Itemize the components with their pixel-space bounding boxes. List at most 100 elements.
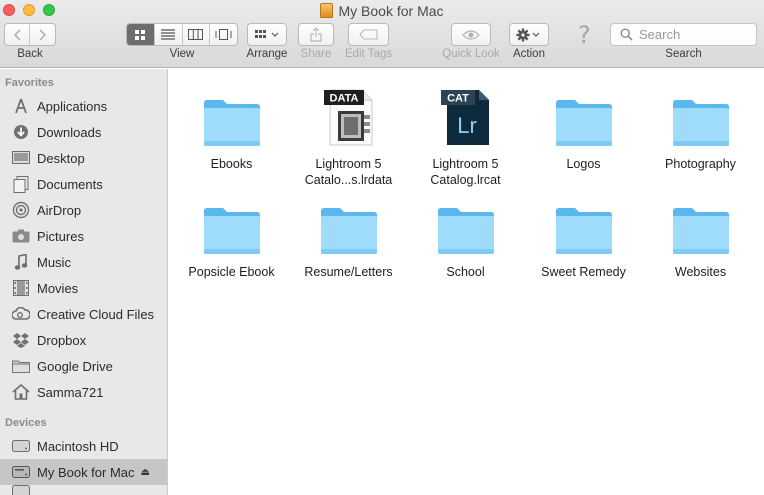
list-view-button[interactable]: [155, 24, 183, 45]
search-label: Search: [665, 48, 702, 60]
search-field[interactable]: [610, 23, 757, 46]
share-icon: [310, 27, 322, 42]
file-name: Websites: [674, 265, 727, 279]
devices-header: Devices: [5, 417, 47, 429]
column-view-button[interactable]: [183, 24, 211, 45]
eye-icon: [462, 29, 480, 40]
movies-icon: [11, 279, 31, 297]
sidebar-item-label: Applications: [37, 98, 108, 114]
file-item-lightroom-lrdata[interactable]: DATA Lightroom 5 Catalo...s.lrdata: [290, 83, 407, 188]
sidebar-item-label: Dropbox: [37, 332, 87, 348]
file-name: Logos: [566, 157, 601, 171]
chevron-right-icon: [38, 28, 46, 41]
sidebar-item-label: AirDrop: [37, 202, 82, 218]
sidebar-item-pictures[interactable]: Pictures: [0, 223, 167, 249]
music-icon: [11, 253, 31, 271]
external-drive-icon: [320, 3, 334, 18]
sidebar-item-label: My Book for Mac: [37, 464, 135, 480]
action-label: Action: [513, 48, 545, 60]
view-label: View: [169, 48, 195, 60]
sidebar-item-creative-cloud-files[interactable]: Creative Cloud Files: [0, 301, 167, 327]
eject-icon[interactable]: ⏏: [141, 467, 150, 478]
file-name: Lightroom 5 Catalo...s.lrdata: [304, 157, 393, 187]
icon-view-icon: [135, 29, 146, 40]
file-name: Lightroom 5 Catalog.lrcat: [430, 157, 501, 187]
sidebar-item-label: Documents: [37, 176, 103, 192]
file-name: Photography: [665, 157, 736, 171]
sidebar-item-label: Creative Cloud Files: [37, 306, 155, 322]
external-drive-icon: [11, 463, 31, 481]
documents-icon: [11, 175, 31, 193]
favorites-header: Favorites: [5, 77, 54, 89]
external-drive-icon: [11, 485, 31, 495]
arrange-grid-icon: [255, 29, 279, 38]
share-button[interactable]: [298, 23, 334, 46]
folder-icon: [11, 357, 31, 375]
file-name: Sweet Remedy: [541, 265, 626, 279]
toolbar: My Book for Mac Back View Arrange Share …: [0, 0, 764, 68]
file-item-ebooks[interactable]: Ebooks: [173, 83, 290, 172]
action-button[interactable]: [509, 23, 549, 46]
file-item-resume-letters[interactable]: Resume/Letters: [290, 191, 407, 280]
lightroom-logo: Lr: [457, 113, 477, 138]
back-forward-control: [4, 23, 56, 46]
folder-icon: [203, 100, 260, 146]
sidebar-item-label: Movies: [37, 280, 79, 296]
hard-drive-icon: [11, 437, 31, 455]
file-name: School: [446, 265, 485, 279]
desktop-icon: [11, 149, 31, 167]
list-view-icon: [161, 29, 176, 40]
lightroom-data-file-icon: DATA: [323, 89, 372, 146]
sidebar-item-documents[interactable]: Documents: [0, 171, 167, 197]
quick-look-label: Quick Look: [442, 48, 500, 60]
sidebar-item-label: Macintosh HD: [37, 438, 119, 454]
file-item-popsicle-ebook[interactable]: Popsicle Ebook: [173, 191, 290, 280]
sidebar-item-label: Desktop: [37, 150, 85, 166]
applications-icon: [11, 97, 31, 115]
file-item-websites[interactable]: Websites: [642, 191, 759, 280]
sidebar-item-home[interactable]: Samma721: [0, 379, 167, 405]
window-title: My Book for Mac: [0, 1, 764, 21]
sidebar-item-macintosh-hd[interactable]: Macintosh HD: [0, 433, 167, 459]
help-icon[interactable]: ?: [578, 21, 591, 49]
sidebar-item-cut-off: [0, 485, 167, 495]
file-browser: Ebooks DATA Lightroom 5 Catalo...s.lrdat…: [169, 69, 764, 495]
sidebar-item-desktop[interactable]: Desktop: [0, 145, 167, 171]
folder-icon: [320, 208, 377, 254]
file-item-photography[interactable]: Photography: [642, 83, 759, 172]
icon-view-button[interactable]: [127, 24, 155, 45]
sidebar-item-airdrop[interactable]: AirDrop: [0, 197, 167, 223]
arrange-button[interactable]: [247, 23, 287, 46]
forward-button[interactable]: [30, 24, 55, 45]
sidebar-item-music[interactable]: Music: [0, 249, 167, 275]
file-badge: CAT: [447, 93, 469, 105]
search-input[interactable]: [639, 27, 749, 42]
lightroom-catalog-file-icon: CAT Lr: [440, 90, 489, 145]
gear-icon: [516, 28, 540, 41]
file-item-logos[interactable]: Logos: [525, 83, 642, 172]
file-item-lightroom-lrcat[interactable]: CAT Lr Lightroom 5 Catalog.lrcat: [407, 83, 524, 188]
file-name: Popsicle Ebook: [188, 265, 275, 279]
quick-look-button[interactable]: [451, 23, 491, 46]
back-button[interactable]: [5, 24, 31, 45]
tag-icon: [358, 29, 378, 40]
folder-icon: [203, 208, 260, 254]
sidebar-item-dropbox[interactable]: Dropbox: [0, 327, 167, 353]
sidebar-item-my-book-for-mac[interactable]: My Book for Mac ⏏: [0, 459, 167, 485]
sidebar-item-movies[interactable]: Movies: [0, 275, 167, 301]
pictures-icon: [11, 227, 31, 245]
sidebar-item-applications[interactable]: Applications: [0, 93, 167, 119]
file-name: Ebooks: [210, 157, 253, 171]
airdrop-icon: [11, 201, 31, 219]
sidebar-item-downloads[interactable]: Downloads: [0, 119, 167, 145]
file-item-school[interactable]: School: [407, 191, 524, 280]
share-label: Share: [300, 48, 332, 60]
view-mode-control: [126, 23, 238, 46]
edit-tags-label: Edit Tags: [344, 48, 393, 60]
cover-flow-icon: [215, 29, 232, 40]
edit-tags-button[interactable]: [348, 23, 389, 46]
chevron-left-icon: [13, 28, 21, 41]
sidebar-item-google-drive[interactable]: Google Drive: [0, 353, 167, 379]
cover-flow-view-button[interactable]: [210, 24, 237, 45]
file-item-sweet-remedy[interactable]: Sweet Remedy: [525, 191, 642, 280]
